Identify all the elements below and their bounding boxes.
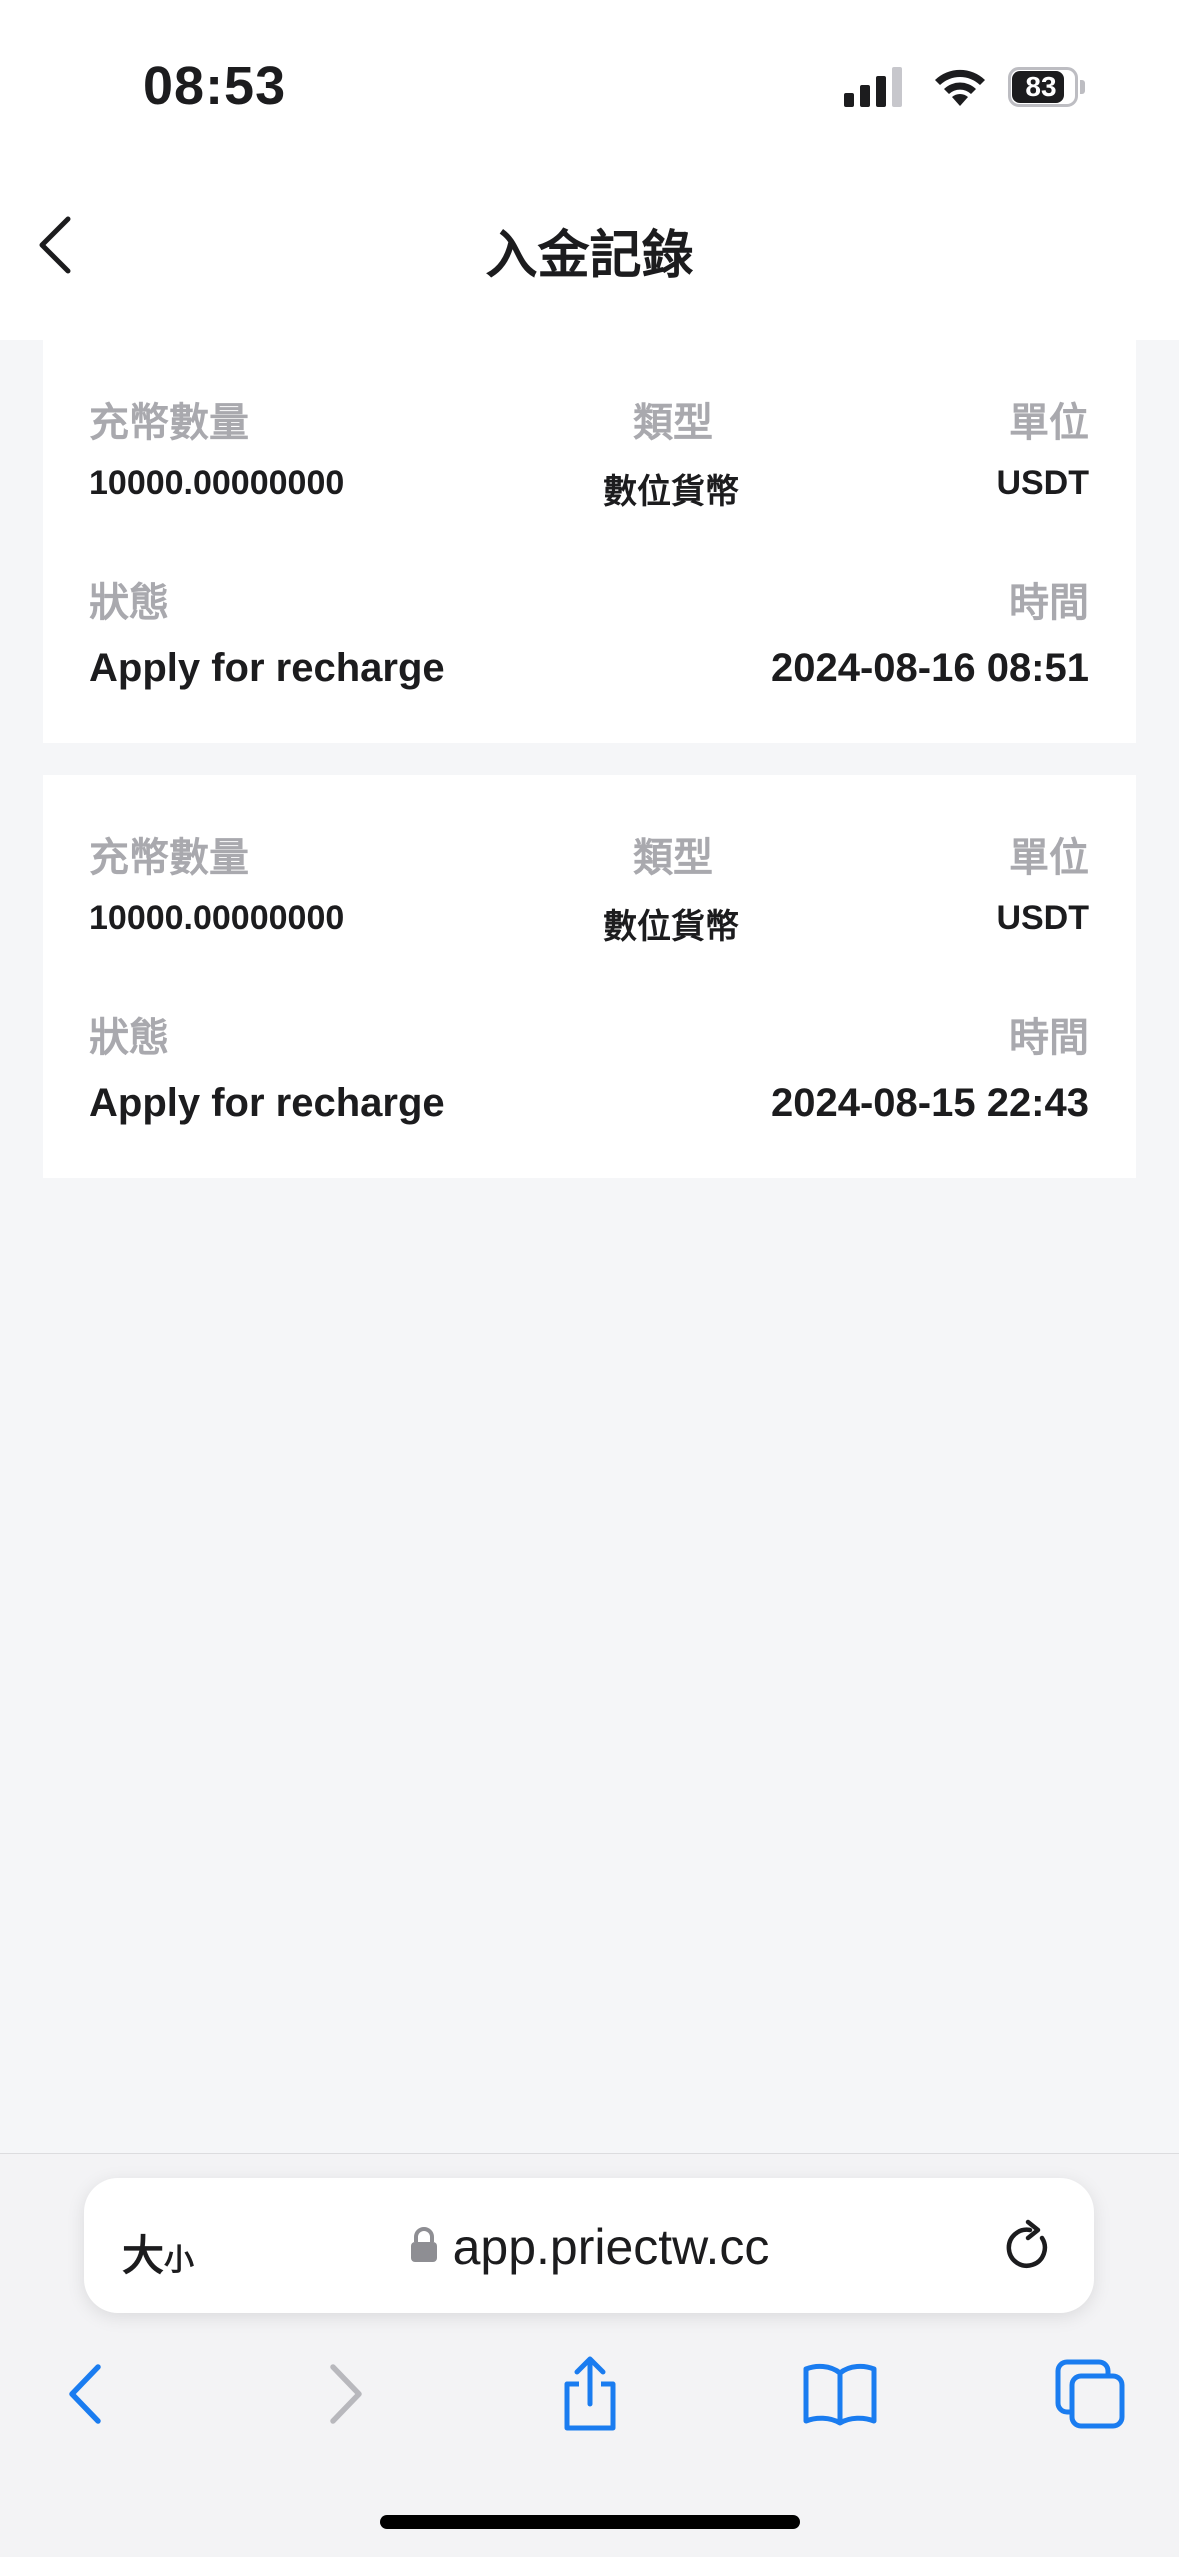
- tabs-button[interactable]: [1045, 2349, 1135, 2439]
- unit-value: USDT: [996, 899, 1089, 937]
- browser-bottom-bar: 大小 app.priectw.cc: [0, 2153, 1179, 2557]
- url-text: app.priectw.cc: [452, 2219, 770, 2275]
- status-value: Apply for recharge: [89, 646, 445, 690]
- bookmarks-button[interactable]: [795, 2349, 885, 2439]
- chevron-left-icon: [69, 2364, 101, 2424]
- type-value: 數位貨幣: [603, 473, 739, 511]
- amount-value: 10000.00000000: [89, 464, 345, 502]
- home-indicator: [380, 2515, 800, 2529]
- status-time: 08:53: [143, 56, 287, 116]
- nav-bar: 入金記錄: [0, 175, 1179, 340]
- type-label: 類型: [633, 836, 713, 880]
- tabs-icon: [1055, 2359, 1125, 2429]
- amount-label: 充幣數量: [89, 401, 249, 445]
- lock-icon: [410, 2226, 437, 2262]
- type-label: 類型: [633, 401, 713, 445]
- cellular-signal-icon: [844, 67, 902, 107]
- unit-label: 單位: [1009, 401, 1089, 445]
- amount-label: 充幣數量: [89, 836, 249, 880]
- reload-icon[interactable]: [1000, 2218, 1056, 2274]
- status-value: Apply for recharge: [89, 1081, 445, 1125]
- url-display[interactable]: app.priectw.cc: [84, 2218, 1094, 2276]
- browser-back-button[interactable]: [43, 2349, 133, 2439]
- share-icon: [564, 2356, 616, 2431]
- wifi-icon: [935, 69, 985, 106]
- status-icons: 83: [844, 62, 1086, 112]
- type-value: 數位貨幣: [603, 908, 739, 946]
- unit-label: 單位: [1009, 836, 1089, 880]
- share-button[interactable]: [545, 2349, 635, 2439]
- address-bar[interactable]: 大小 app.priectw.cc: [84, 2178, 1094, 2313]
- time-label: 時間: [1009, 1016, 1089, 1060]
- deposit-record-card: 充幣數量 類型 單位 10000.00000000 數位貨幣 USDT 狀態 時…: [43, 775, 1136, 1178]
- book-icon: [803, 2363, 877, 2426]
- time-value: 2024-08-16 08:51: [770, 646, 1089, 690]
- deposit-record-card: 充幣數量 類型 單位 10000.00000000 數位貨幣 USDT 狀態 時…: [43, 340, 1136, 743]
- time-label: 時間: [1009, 581, 1089, 625]
- amount-value: 10000.00000000: [89, 899, 345, 937]
- browser-forward-button[interactable]: [298, 2349, 388, 2439]
- battery-icon: 83: [1008, 67, 1086, 107]
- status-bar: 08:53 83: [0, 0, 1179, 175]
- page-title: 入金記錄: [485, 227, 694, 285]
- chevron-right-icon: [330, 2364, 362, 2424]
- unit-value: USDT: [996, 464, 1089, 502]
- battery-level: 83: [1025, 71, 1057, 102]
- status-label: 狀態: [89, 581, 169, 625]
- time-value: 2024-08-15 22:43: [770, 1081, 1089, 1125]
- status-label: 狀態: [89, 1016, 169, 1060]
